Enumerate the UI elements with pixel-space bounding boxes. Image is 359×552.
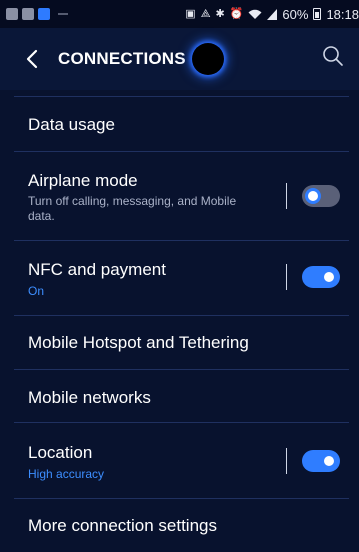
notification-icon [22, 8, 34, 20]
setting-title: Location [28, 443, 93, 462]
toggle-knob [321, 453, 337, 469]
setting-title: Airplane mode [28, 171, 138, 190]
decorative-eclipse [191, 43, 224, 75]
location-toggle[interactable] [302, 450, 340, 472]
toggle-knob [321, 269, 337, 285]
notification-icons [6, 8, 68, 20]
battery-icon [313, 8, 322, 20]
setting-status: On [28, 284, 45, 298]
status-bar: ▣ ⟁ ✱ ⏰ 60% 18:18 [0, 0, 359, 28]
toggle-separator [286, 448, 287, 474]
airplane-mode-toggle[interactable] [302, 185, 340, 207]
setting-data-usage[interactable]: Data usage [0, 97, 359, 151]
nfc-toggle[interactable] [302, 266, 340, 288]
wifi-icon [248, 9, 262, 19]
screenshot-icon: ▣ [185, 7, 196, 20]
chevron-left-icon [26, 49, 38, 69]
search-icon [323, 46, 343, 66]
settings-list: Data usage Airplane mode Turn off callin… [0, 90, 359, 552]
setting-title: NFC and payment [28, 260, 166, 279]
toggle-separator [286, 183, 287, 209]
setting-subtitle: Turn off calling, messaging, and Mobile … [28, 194, 237, 223]
notification-icon [6, 8, 18, 20]
setting-mobile-networks[interactable]: Mobile networks [0, 370, 359, 422]
setting-status: High accuracy [28, 467, 105, 481]
signal-icon [267, 8, 278, 20]
toggle-separator [286, 264, 287, 290]
setting-title: Mobile networks [28, 388, 151, 407]
notification-icon [38, 8, 50, 20]
system-status: ▣ ⟁ ✱ ⏰ 60% 18:18 [185, 7, 359, 22]
toggle-knob [305, 188, 321, 204]
clock: 18:18 [326, 6, 359, 22]
battery-percent: 60% [282, 6, 309, 22]
setting-location[interactable]: Location High accuracy [0, 423, 359, 498]
back-button[interactable] [16, 39, 48, 79]
setting-title: More connection settings [28, 516, 217, 535]
notification-icon [58, 13, 68, 15]
share-icon: ⟁ [200, 7, 211, 20]
search-button[interactable] [319, 42, 347, 70]
app-bar: CONNECTIONS [0, 28, 359, 90]
alarm-icon: ⏰ [229, 7, 244, 20]
setting-airplane-mode[interactable]: Airplane mode Turn off calling, messagin… [0, 152, 359, 240]
setting-title: Data usage [28, 115, 115, 134]
bluetooth-icon: ✱ [215, 7, 225, 20]
page-title: CONNECTIONS [58, 49, 186, 68]
setting-nfc-payment[interactable]: NFC and payment On [0, 241, 359, 315]
setting-title: Mobile Hotspot and Tethering [28, 333, 249, 352]
setting-more-connection[interactable]: More connection settings [0, 499, 359, 552]
setting-mobile-hotspot[interactable]: Mobile Hotspot and Tethering [0, 316, 359, 369]
